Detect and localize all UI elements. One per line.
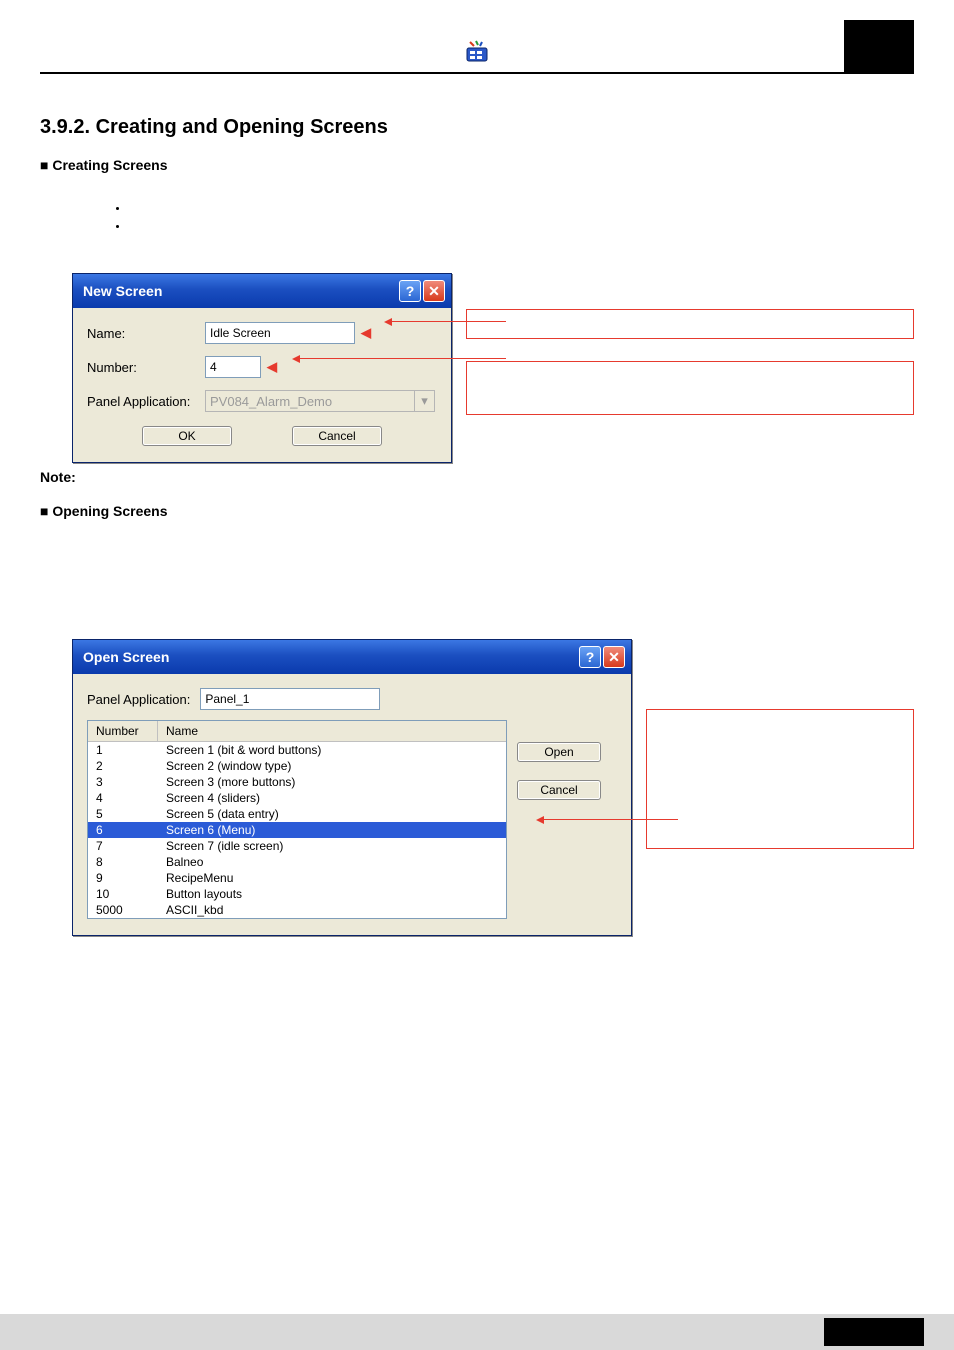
dialog-titlebar[interactable]: Open Screen ? ✕ (73, 640, 631, 674)
table-row[interactable]: 7Screen 7 (idle screen) (88, 838, 506, 854)
callout-box (646, 709, 914, 849)
row-number: 9 (88, 870, 158, 886)
panel-app-label: Panel Application: (87, 394, 205, 409)
panel-app-value: PV084_Alarm_Demo (210, 394, 332, 409)
row-number: 5 (88, 806, 158, 822)
row-number: 3 (88, 774, 158, 790)
ok-button[interactable]: OK (142, 426, 232, 446)
number-field[interactable] (205, 356, 261, 378)
open-screen-dialog: Open Screen ? ✕ Panel Application: Numbe… (72, 639, 632, 936)
chevron-down-icon: ▾ (414, 391, 434, 411)
dialog-title: Open Screen (83, 649, 169, 665)
panel-app-field[interactable] (200, 688, 380, 710)
open-button[interactable]: Open (517, 742, 601, 762)
table-row[interactable]: 5000ASCII_kbd (88, 902, 506, 918)
row-name: Screen 6 (Menu) (158, 822, 506, 838)
dialog-title: New Screen (83, 283, 162, 299)
row-name: ASCII_kbd (158, 902, 506, 918)
connector-line (296, 358, 506, 359)
subheading-opening: ■ Opening Screens (40, 503, 914, 519)
row-number: 1 (88, 742, 158, 758)
row-number: 2 (88, 758, 158, 774)
section-title: 3.9.2. Creating and Opening Screens (40, 116, 914, 139)
table-row[interactable]: 4Screen 4 (sliders) (88, 790, 506, 806)
table-row[interactable]: 6Screen 6 (Menu) (88, 822, 506, 838)
row-name: Screen 3 (more buttons) (158, 774, 506, 790)
table-row[interactable]: 9RecipeMenu (88, 870, 506, 886)
arrow-icon: ◀ (267, 359, 277, 375)
close-icon[interactable]: ✕ (423, 280, 445, 302)
section-number: 3.9.2. (40, 116, 90, 138)
row-name: Screen 5 (data entry) (158, 806, 506, 822)
page-footer (0, 1314, 954, 1350)
row-name: Balneo (158, 854, 506, 870)
table-row[interactable]: 8Balneo (88, 854, 506, 870)
row-number: 7 (88, 838, 158, 854)
help-icon[interactable]: ? (579, 646, 601, 668)
connector-line (540, 819, 678, 820)
table-row[interactable]: 5Screen 5 (data entry) (88, 806, 506, 822)
close-icon[interactable]: ✕ (603, 646, 625, 668)
screen-list[interactable]: Number Name 1Screen 1 (bit & word button… (87, 720, 507, 919)
number-label: Number: (87, 360, 205, 375)
note-label: Note: (40, 469, 914, 485)
list-item (128, 221, 914, 233)
dialog-titlebar[interactable]: New Screen ? ✕ (73, 274, 451, 308)
cancel-button[interactable]: Cancel (517, 780, 601, 800)
table-row[interactable]: 3Screen 3 (more buttons) (88, 774, 506, 790)
column-header-name[interactable]: Name (158, 721, 506, 741)
row-name: Screen 1 (bit & word buttons) (158, 742, 506, 758)
help-icon[interactable]: ? (399, 280, 421, 302)
column-header-number[interactable]: Number (88, 721, 158, 741)
row-number: 5000 (88, 902, 158, 918)
row-name: Screen 2 (window type) (158, 758, 506, 774)
callout-box (466, 309, 914, 339)
page-header (40, 0, 914, 74)
footer-black-box (824, 1318, 924, 1346)
row-number: 8 (88, 854, 158, 870)
panel-app-select: PV084_Alarm_Demo ▾ (205, 390, 435, 412)
row-name: RecipeMenu (158, 870, 506, 886)
row-name: Button layouts (158, 886, 506, 902)
row-name: Screen 4 (sliders) (158, 790, 506, 806)
subheading-creating: ■ Creating Screens (40, 157, 914, 173)
name-field[interactable] (205, 322, 355, 344)
name-label: Name: (87, 326, 205, 341)
bullet-list (88, 203, 914, 233)
row-name: Screen 7 (idle screen) (158, 838, 506, 854)
arrow-icon: ◀ (361, 325, 371, 341)
table-row[interactable]: 2Screen 2 (window type) (88, 758, 506, 774)
header-black-box (844, 20, 914, 74)
row-number: 4 (88, 790, 158, 806)
row-number: 6 (88, 822, 158, 838)
table-row[interactable]: 10Button layouts (88, 886, 506, 902)
list-item (128, 203, 914, 215)
connector-line (388, 321, 506, 322)
cancel-button[interactable]: Cancel (292, 426, 382, 446)
table-row[interactable]: 1Screen 1 (bit & word buttons) (88, 742, 506, 758)
new-screen-dialog: New Screen ? ✕ Name: ◀ Number: ◀ (72, 273, 452, 463)
row-number: 10 (88, 886, 158, 902)
panel-app-label: Panel Application: (87, 692, 190, 707)
section-heading: Creating and Opening Screens (96, 116, 388, 138)
app-icon (464, 38, 490, 67)
callout-box (466, 361, 914, 415)
